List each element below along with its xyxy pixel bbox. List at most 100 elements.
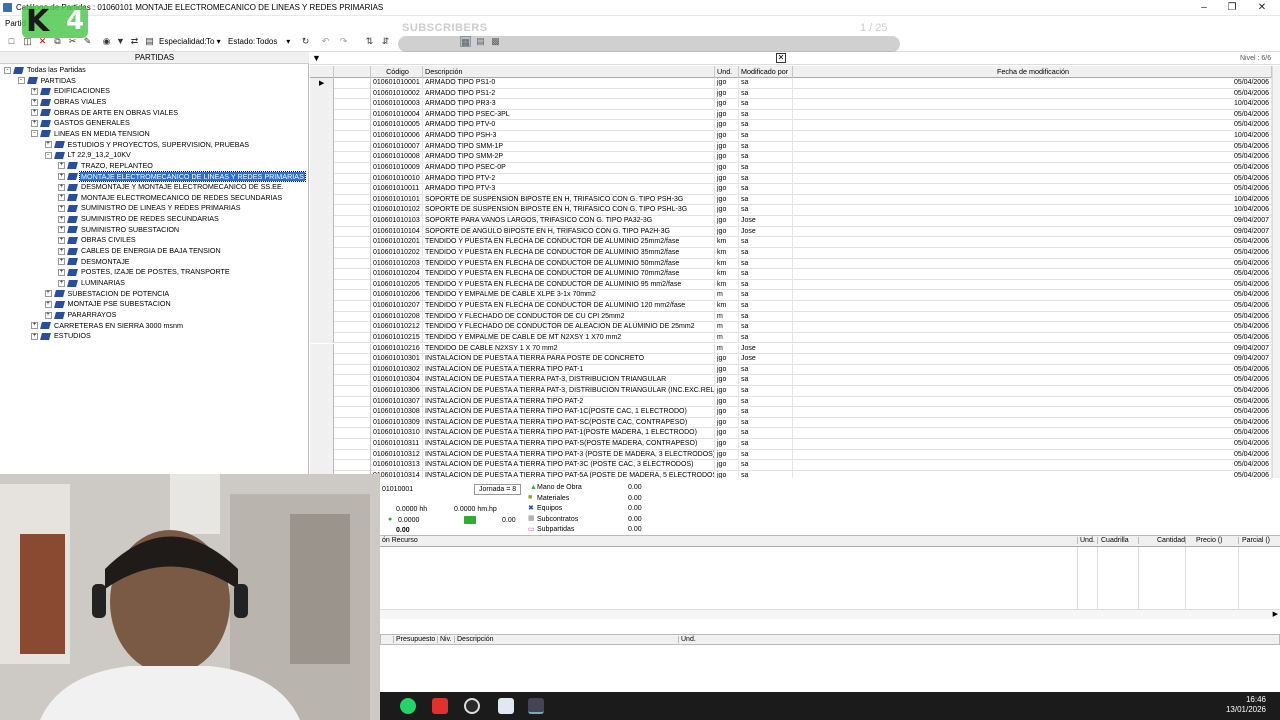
cell-und[interactable]: m: [715, 290, 739, 301]
row-selector[interactable]: [310, 194, 334, 206]
expand-icon[interactable]: +: [58, 226, 65, 234]
tree-node-label[interactable]: MONTAJE ELECTROMECANICO DE LINEAS Y REDE…: [79, 170, 306, 182]
cell-descripcion[interactable]: ARMADO TIPO PSH-3: [423, 131, 715, 142]
cell-descripcion[interactable]: TENDIDO Y EMPALME DE CABLE DE MT N2XSY 1…: [423, 332, 715, 344]
cell-fecha[interactable]: 05/04/2006: [793, 162, 1272, 174]
cell-fecha[interactable]: 05/04/2006: [793, 460, 1272, 471]
tree-node-label[interactable]: PARTIDAS: [40, 76, 77, 85]
cell-modificado[interactable]: sa: [739, 449, 793, 461]
cell-fecha[interactable]: 05/04/2006: [793, 109, 1272, 121]
cell-modificado[interactable]: sa: [739, 311, 793, 323]
row-selector[interactable]: [310, 99, 334, 110]
expand-icon[interactable]: +: [58, 162, 65, 170]
cell-codigo[interactable]: 010601010008: [371, 152, 423, 163]
expand-icon[interactable]: +: [31, 322, 38, 330]
cell-modificado[interactable]: sa: [739, 152, 793, 163]
tree-node-label[interactable]: SUMINISTRO SUBESTACION: [80, 225, 180, 234]
cell-und[interactable]: jgo: [715, 131, 739, 142]
cell-descripcion[interactable]: ARMADO TIPO PSEC-0P: [423, 162, 715, 174]
cell-modificado[interactable]: sa: [739, 120, 793, 132]
tree-node-label[interactable]: OBRAS DE ARTE EN OBRAS VIALES: [53, 108, 179, 117]
tree-node[interactable]: + SUMINISTRO DE LINEAS Y REDES PRIMARIAS: [58, 203, 242, 213]
tree-node-label[interactable]: OBRAS CIVILES: [80, 235, 137, 244]
cell-codigo[interactable]: 010601010009: [371, 162, 423, 174]
cell-und[interactable]: jgo: [715, 385, 739, 397]
col-precio[interactable]: Precio (): [1185, 537, 1222, 544]
table-row[interactable]: 010601010201 TENDIDO Y PUESTA EN FLECHA D…: [310, 237, 1272, 248]
cell-codigo[interactable]: 010601010001: [371, 78, 423, 89]
row-selector[interactable]: [310, 205, 334, 217]
cell-codigo[interactable]: 010601010205: [371, 279, 423, 291]
cell-modificado[interactable]: sa: [739, 269, 793, 280]
cell-und[interactable]: jgo: [715, 173, 739, 185]
cell-und[interactable]: jgo: [715, 88, 739, 100]
cell-fecha[interactable]: 05/04/2006: [793, 279, 1272, 291]
cell-descripcion[interactable]: TENDIDO Y PUESTA EN FLECHA DE CONDUCTOR …: [423, 269, 715, 280]
cell-modificado[interactable]: sa: [739, 407, 793, 418]
cell-codigo[interactable]: 010601010103: [371, 216, 423, 227]
table-row[interactable]: 010601010010 ARMADO TIPO PTV-2 jgo sa 05/04/…: [310, 173, 1272, 185]
tree-node-label[interactable]: OBRAS VIALES: [53, 97, 107, 106]
cell-descripcion[interactable]: INSTALACION DE PUESTA A TIERRA PARA POST…: [423, 354, 715, 365]
row-selector[interactable]: [310, 226, 334, 238]
cell-codigo[interactable]: 010601010208: [371, 311, 423, 323]
cell-codigo[interactable]: 010601010102: [371, 205, 423, 217]
row-selector[interactable]: [310, 428, 334, 440]
table-row[interactable]: 010601010104 SOPORTE DE ANGULO BIPOSTE EN…: [310, 226, 1272, 238]
table-row[interactable]: 010601010008 ARMADO TIPO SMM-2P jgo sa 05/04…: [310, 152, 1272, 163]
minimize-button[interactable]: –: [1190, 1, 1218, 14]
cell-modificado[interactable]: sa: [739, 322, 793, 333]
tree-node-label[interactable]: POSTES, IZAJE DE POSTES, TRANSPORTE: [80, 267, 231, 276]
table-row[interactable]: 010601010208 TENDIDO Y FLECHADO DE CONDUC…: [310, 311, 1272, 323]
cell-modificado[interactable]: Jose: [739, 216, 793, 227]
cell-modificado[interactable]: sa: [739, 364, 793, 376]
cell-modificado[interactable]: sa: [739, 375, 793, 386]
cell-und[interactable]: jgo: [715, 162, 739, 174]
funnel-icon[interactable]: ▼: [312, 53, 321, 63]
col-pres-und[interactable]: Und.: [678, 636, 696, 643]
cell-codigo[interactable]: 010601010104: [371, 226, 423, 238]
cell-descripcion[interactable]: TENDIDO Y PUESTA EN FLECHA DE CONDUCTOR …: [423, 247, 715, 259]
resources-table-body[interactable]: [380, 547, 1280, 609]
cell-descripcion[interactable]: ARMADO TIPO SMM-2P: [423, 152, 715, 163]
tree-node-label[interactable]: LT 22,9_13,2_10KV: [67, 150, 132, 159]
cell-fecha[interactable]: 10/04/2006: [793, 194, 1272, 206]
tree-node-label[interactable]: LINEAS EN MEDIA TENSION: [53, 129, 151, 138]
tree-node-label[interactable]: ESTUDIOS Y PROYECTOS, SUPERVISION, PRUEB…: [67, 140, 251, 149]
cell-und[interactable]: jgo: [715, 417, 739, 429]
cell-modificado[interactable]: sa: [739, 258, 793, 270]
row-selector[interactable]: [310, 439, 334, 450]
tree-node-label[interactable]: DESMONTAJE: [80, 257, 131, 266]
clear-filter-icon[interactable]: ✕: [776, 53, 786, 63]
presupuesto-body[interactable]: [380, 645, 1280, 692]
cell-und[interactable]: jgo: [715, 99, 739, 110]
cell-descripcion[interactable]: ARMADO TIPO PR3-3: [423, 99, 715, 110]
cell-descripcion[interactable]: INSTALACION DE PUESTA A TIERRA TIPO PAT-…: [423, 396, 715, 408]
cell-modificado[interactable]: sa: [739, 439, 793, 450]
cell-und[interactable]: jgo: [715, 354, 739, 365]
collapse-icon[interactable]: -: [31, 130, 38, 138]
table-row[interactable]: 010601010306 INSTALACION DE PUESTA A TIER…: [310, 385, 1272, 397]
cell-fecha[interactable]: 05/04/2006: [793, 290, 1272, 301]
row-selector[interactable]: [310, 301, 334, 312]
row-selector[interactable]: [310, 354, 334, 365]
tree-node-label[interactable]: MONTAJE PSE SUBESTACION: [67, 299, 172, 308]
tree-node[interactable]: + EDIFICACIONES: [31, 86, 111, 96]
cell-fecha[interactable]: 05/04/2006: [793, 173, 1272, 185]
cell-modificado[interactable]: Jose: [739, 354, 793, 365]
row-selector[interactable]: [310, 332, 334, 344]
cell-fecha[interactable]: 05/04/2006: [793, 269, 1272, 280]
cell-codigo[interactable]: 010601010307: [371, 396, 423, 408]
cell-modificado[interactable]: Jose: [739, 226, 793, 238]
table-row[interactable]: 010601010007 ARMADO TIPO SMM-1P jgo sa 05/04…: [310, 141, 1272, 153]
cell-descripcion[interactable]: ARMADO TIPO PS1-2: [423, 88, 715, 100]
table-row[interactable]: 010601010207 TENDIDO Y PUESTA EN FLECHA D…: [310, 301, 1272, 312]
expand-icon[interactable]: +: [58, 247, 65, 255]
scroll-right-icon[interactable]: ▶: [1273, 610, 1278, 618]
cell-codigo[interactable]: 010601010304: [371, 375, 423, 386]
tree-node-label[interactable]: MONTAJE ELECTROMECANICO DE REDES SECUNDA…: [80, 193, 283, 202]
row-selector[interactable]: [310, 258, 334, 270]
tree-node-label[interactable]: CABLES DE ENERGIA DE BAJA TENSION: [80, 246, 222, 255]
table-row[interactable]: 010601010215 TENDIDO Y EMPALME DE CABLE D…: [310, 332, 1272, 344]
row-selector[interactable]: [310, 141, 334, 153]
